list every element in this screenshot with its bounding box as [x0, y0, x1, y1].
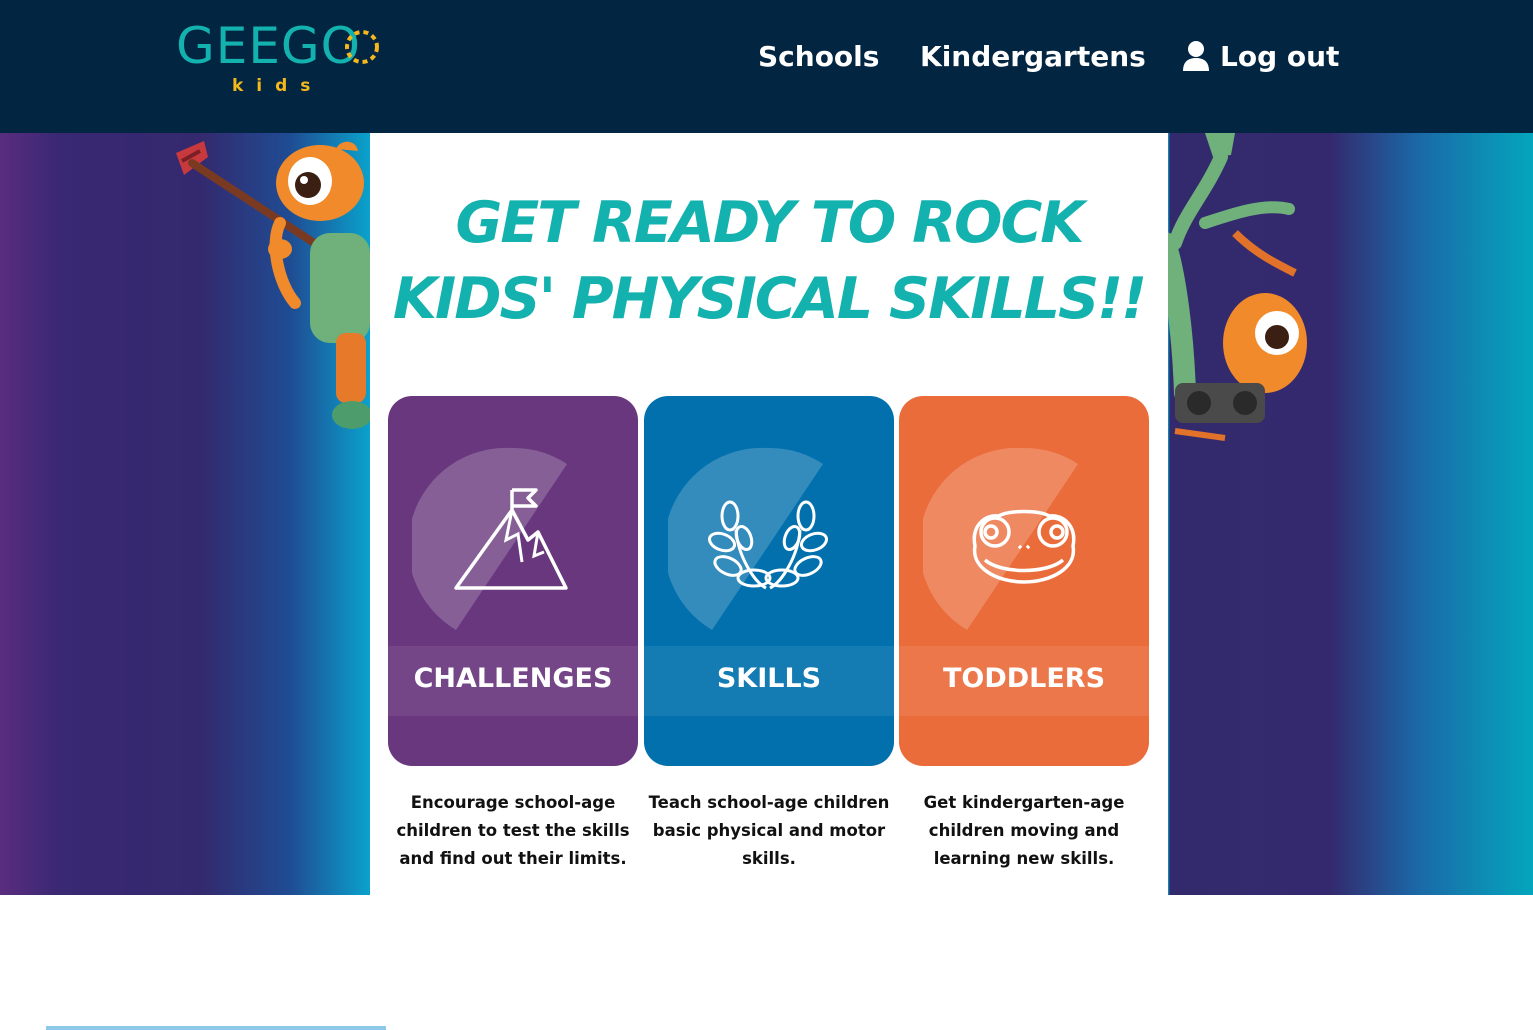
main-content-panel: GET READY TO ROCK KIDS' PHYSICAL SKILLS!… — [370, 133, 1168, 895]
logo-wordmark: GEEGO — [176, 17, 362, 75]
toddlers-card-title: TODDLERS — [942, 663, 1106, 694]
challenges-card-title: CHALLENGES — [413, 663, 613, 694]
logout-link[interactable]: Log out — [1182, 34, 1339, 78]
gecko-hockey-mascot-illustration — [176, 141, 372, 429]
challenges-card[interactable]: CHALLENGES — [388, 396, 638, 766]
user-icon — [1183, 41, 1209, 71]
skills-description: Teach school-age children basic physical… — [648, 793, 890, 868]
logo-subtitle: kids — [232, 76, 324, 96]
headline-line-1: GET READY TO ROCK — [455, 190, 1085, 256]
gecko-face-icon — [972, 509, 1076, 584]
skills-card-title: SKILLS — [716, 663, 822, 694]
gecko-breakdance-mascot-illustration — [1165, 133, 1307, 441]
nav-link-schools[interactable]: Schools — [758, 34, 879, 78]
laurel-wreath-icon — [708, 500, 828, 590]
geego-kids-logo[interactable]: GEEGO kids — [176, 18, 386, 98]
nav-link-kindergartens[interactable]: Kindergartens — [920, 34, 1146, 78]
logo-ring-icon — [345, 30, 379, 64]
top-header: GEEGO kids Schools Kindergartens Log out — [0, 0, 1533, 133]
toddlers-card[interactable]: TODDLERS — [899, 396, 1149, 766]
page: GEEGO kids Schools Kindergartens Log out — [0, 0, 1533, 1030]
headline-line-2: KIDS' PHYSICAL SKILLS!! — [392, 266, 1147, 332]
hero-headline: GET READY TO ROCK KIDS' PHYSICAL SKILLS!… — [370, 185, 1168, 337]
challenges-description: Encourage school-age children to test th… — [396, 793, 630, 868]
mountain-flag-icon — [454, 488, 568, 590]
skills-card[interactable]: SKILLS — [644, 396, 894, 766]
logout-label: Log out — [1220, 39, 1340, 73]
bottom-scroll-indicator — [46, 1026, 386, 1030]
toddlers-description: Get kindergarten-age children moving and… — [923, 793, 1125, 868]
